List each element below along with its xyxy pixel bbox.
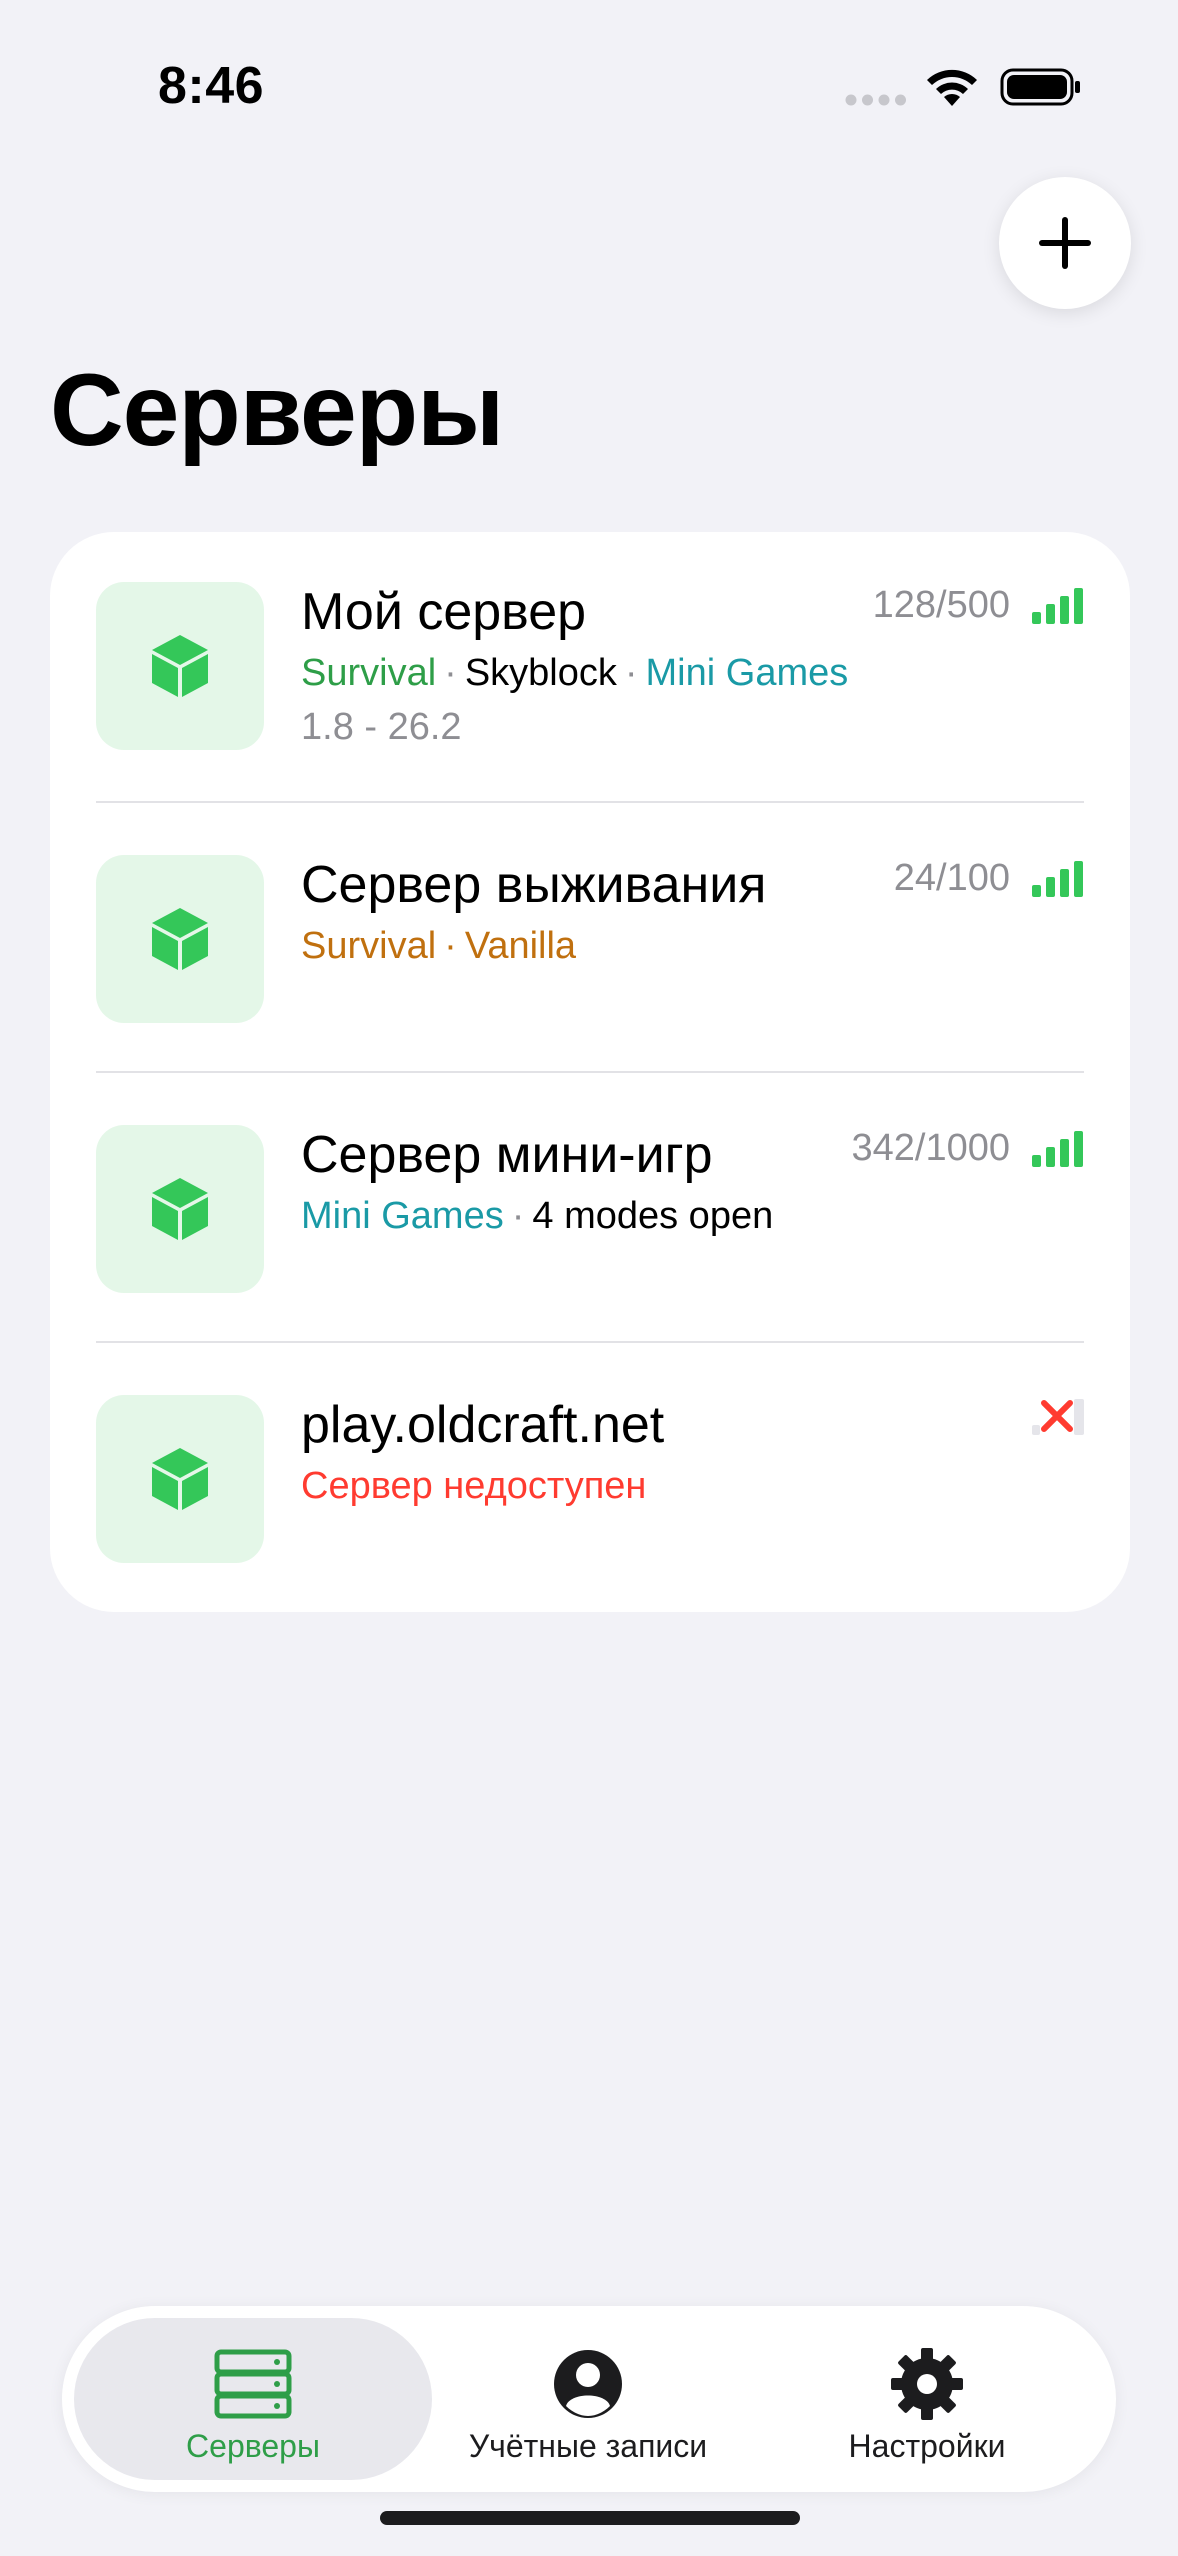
server-name: play.oldcraft.net	[301, 1396, 665, 1454]
server-row[interactable]: play.oldcraft.net Сервер недоступен	[50, 1343, 1130, 1612]
cube-icon	[152, 1448, 208, 1510]
plus-icon	[1039, 217, 1091, 269]
tab-servers[interactable]: Серверы	[74, 2318, 432, 2480]
offline-icon	[1032, 1399, 1084, 1435]
server-name: Сервер выживания	[301, 856, 767, 914]
tab-bar: Серверы Учётные записи Настройки	[62, 2306, 1116, 2492]
server-icon	[96, 855, 264, 1023]
tag-modes-open: 4 modes open	[532, 1195, 774, 1237]
player-count: 128/500	[872, 584, 1010, 626]
page-title: Серверы	[50, 353, 504, 467]
cube-icon	[152, 635, 208, 697]
tag-survival: Survival	[301, 925, 437, 967]
tab-label: Серверы	[186, 2428, 320, 2464]
server-version: 1.8 - 26.2	[301, 706, 462, 748]
account-icon	[554, 2350, 622, 2418]
signal-strength-icon	[1032, 588, 1083, 624]
battery-icon	[1000, 68, 1080, 106]
tab-label: Учётные записи	[468, 2428, 708, 2464]
tag-mini-games: Mini Games	[301, 1195, 504, 1237]
signal-strength-icon	[1032, 1131, 1083, 1167]
gear-icon	[891, 2348, 963, 2420]
server-name: Сервер мини-игр	[301, 1126, 713, 1184]
server-icon	[96, 582, 264, 750]
server-list: Мой сервер Survival · Skyblock · Mini Games …	[50, 532, 1130, 1612]
tab-label: Настройки	[848, 2428, 1006, 2464]
server-row[interactable]: Сервер выживания Survival · Vanilla 24/100	[50, 803, 1130, 1071]
tag-survival: Survival	[301, 652, 437, 694]
tab-accounts[interactable]: Учётные записи	[438, 2318, 738, 2480]
server-name: Мой сервер	[301, 583, 587, 641]
tag-skyblock: Skyblock	[464, 652, 617, 694]
server-tags: Survival · Vanilla	[301, 925, 577, 967]
server-row[interactable]: Сервер мини-игр Mini Games · 4 modes open …	[50, 1073, 1130, 1341]
player-count: 342/1000	[851, 1127, 1011, 1169]
tab-settings[interactable]: Настройки	[762, 2318, 1092, 2480]
status-bar: 8:46	[0, 0, 1178, 140]
cube-icon	[152, 908, 208, 970]
player-count: 24/100	[893, 857, 1010, 899]
server-status-text: Сервер недоступен	[301, 1465, 647, 1507]
wifi-icon	[927, 69, 977, 106]
home-indicator[interactable]	[380, 2511, 800, 2525]
signal-strength-icon	[1032, 861, 1083, 897]
server-tags: Survival · Skyblock · Mini Games	[301, 652, 849, 694]
server-tags: Mini Games · 4 modes open	[301, 1195, 774, 1237]
server-icon	[96, 1395, 264, 1563]
tag-vanilla: Vanilla	[464, 925, 577, 967]
add-server-button[interactable]	[999, 177, 1131, 309]
cellular-dots-icon	[845, 94, 906, 106]
status-time: 8:46	[158, 57, 265, 115]
server-icon	[96, 1125, 264, 1293]
server-rack-icon	[214, 2349, 292, 2419]
tag-mini-games: Mini Games	[645, 652, 849, 694]
server-row[interactable]: Мой сервер Survival · Skyblock · Mini Games …	[50, 532, 1130, 802]
cube-icon	[152, 1178, 208, 1240]
